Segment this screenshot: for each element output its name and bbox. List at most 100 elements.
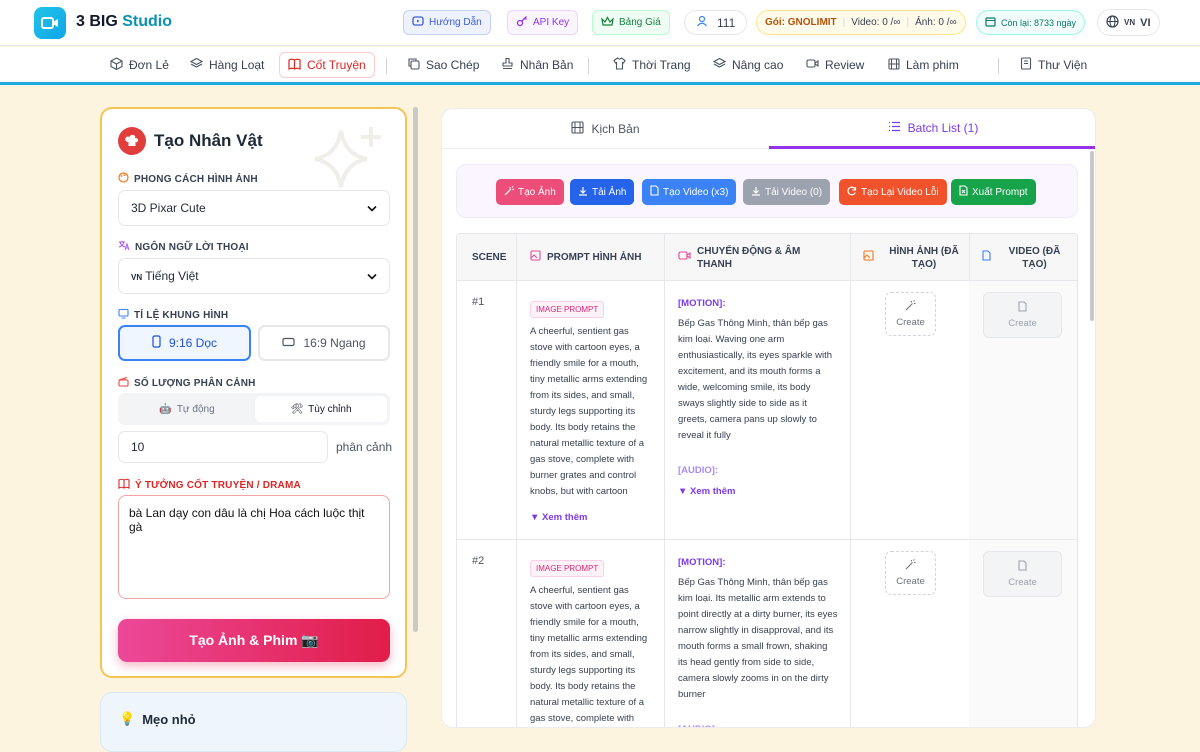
refresh-icon — [847, 186, 857, 199]
stamp-icon — [501, 57, 514, 73]
scene-unit-label: phân cảnh — [336, 440, 393, 454]
image-prompt-tag: IMAGE PROMPT — [530, 560, 605, 577]
style-label: PHONG CÁCH HÌNH ẢNH — [118, 172, 258, 186]
motion-text: Bếp Gas Thông Minh, thân bếp gas kim loạ… — [678, 577, 838, 700]
pricing-button[interactable]: Bảng Giá — [592, 10, 670, 35]
layers-icon — [189, 57, 204, 73]
video-camera-logo-icon[interactable] — [34, 7, 66, 39]
magic-wand-icon — [504, 185, 514, 199]
nav-item-review[interactable]: Review — [798, 52, 872, 78]
nav-item-hang-loat[interactable]: Hàng Loạt — [182, 52, 272, 78]
create-video-box[interactable]: Create — [983, 292, 1062, 338]
nav-item-nang-cao[interactable]: Nâng cao — [705, 52, 791, 78]
see-more-link[interactable]: ▼ Xem thêm — [678, 486, 735, 497]
image-prompt-text: A cheerful, sentient gas stove with cart… — [530, 326, 648, 497]
dialogue-language-select[interactable]: VN Tiếng Việt — [118, 258, 390, 294]
remaining-days-badge: Còn lại: 8733 ngày — [976, 10, 1086, 35]
custom-mode-button[interactable]: 🛠 Tùy chỉnh — [255, 396, 387, 422]
style-select[interactable]: 3D Pixar Cute — [118, 190, 390, 226]
nav-item-thoi-trang[interactable]: Thời Trang — [605, 52, 699, 78]
book-icon — [288, 58, 301, 73]
clapperboard-icon — [118, 376, 129, 390]
col-motion: CHUYỂN ĐỘNG & ÂM THANH — [678, 234, 838, 281]
film-icon — [571, 121, 585, 137]
file-icon — [650, 185, 659, 199]
create-image-button[interactable]: Create — [885, 292, 936, 336]
table-row: #2 IMAGE PROMPT A cheerful, sentient gas… — [457, 540, 1077, 727]
nav-item-cot-truyen[interactable]: Cốt Truyện — [279, 52, 375, 78]
tab-batch-list[interactable]: Batch List (1) — [769, 109, 1095, 149]
ratio-portrait-button[interactable]: 9:16 Dọc — [118, 325, 251, 361]
crown-icon — [601, 15, 614, 30]
nav-item-lam-phim[interactable]: Làm phim — [880, 52, 967, 78]
download-video-button[interactable]: Tải Video (0) — [743, 179, 831, 205]
download-images-button[interactable]: Tải Ảnh — [570, 179, 635, 205]
story-idea-label: Ý TƯỞNG CỐT TRUYỆN / DRAMA — [118, 478, 301, 492]
film-icon — [888, 57, 900, 73]
tab-script[interactable]: Kịch Bản — [442, 109, 769, 149]
story-idea-textarea[interactable]: bà Lan dạy con dâu là chị Hoa cách luộc … — [118, 495, 390, 599]
play-icon — [412, 16, 424, 29]
guide-button[interactable]: Hướng Dẫn — [403, 10, 491, 35]
video-icon — [806, 58, 819, 72]
retry-failed-video-button[interactable]: Tạo Lại Video Lỗi — [839, 179, 947, 205]
monitor-icon — [118, 308, 129, 322]
language-switcher[interactable]: VN VI — [1097, 9, 1160, 36]
create-video-box[interactable]: Create — [983, 551, 1062, 597]
create-video-button[interactable]: Tạo Video (x3) — [642, 179, 737, 205]
book-icon — [118, 478, 130, 492]
panel-title: Tạo Nhân Vật — [118, 127, 263, 155]
magic-wand-icon — [905, 559, 916, 573]
col-video: VIDEO (ĐÃ TẠO) — [982, 234, 1072, 281]
audio-tag: [AUDIO]: — [678, 724, 718, 727]
ratio-landscape-button[interactable]: 16:9 Ngang — [258, 325, 390, 361]
shirt-icon — [613, 57, 626, 73]
sparkle-decoration-icon — [314, 127, 381, 188]
user-count-badge: 111 — [684, 10, 748, 35]
nav-item-thu-vien[interactable]: Thư Viện — [1012, 52, 1095, 78]
nav-item-nhan-ban[interactable]: Nhân Bản — [493, 52, 581, 78]
create-images-button[interactable]: Tạo Ảnh — [496, 179, 564, 205]
brand-name: 3 BIG Studio — [76, 13, 173, 30]
palette-icon — [118, 172, 129, 186]
cube-icon — [110, 57, 123, 73]
auto-mode-button[interactable]: 🤖 Tự động — [121, 396, 253, 422]
magic-wand-icon — [905, 300, 916, 314]
create-image-and-film-button[interactable]: Tạo Ảnh & Phim 📷 — [118, 619, 390, 662]
main-nav: Đơn Lẻ Hàng Loạt Cốt Truyện Sao Chép Nhâ… — [0, 47, 1200, 85]
export-prompt-button[interactable]: Xuất Prompt — [951, 179, 1036, 205]
nav-item-don-le[interactable]: Đơn Lẻ — [102, 52, 177, 78]
see-more-link[interactable]: ▼ Xem thêm — [530, 512, 587, 523]
right-scrollbar[interactable] — [1090, 151, 1094, 321]
left-scrollbar[interactable] — [413, 107, 418, 632]
create-image-button[interactable]: Create — [885, 551, 936, 595]
aspect-ratio-label: TỈ LỆ KHUNG HÌNH — [118, 308, 228, 322]
key-icon — [516, 15, 528, 30]
scene-count-input[interactable]: 10 — [118, 431, 328, 463]
col-prompt: PROMPT HÌNH ẢNH — [530, 234, 641, 281]
create-character-panel: Tạo Nhân Vật PHONG CÁCH HÌNH ẢNH 3D Pixa… — [100, 107, 407, 678]
table-header: SCENE PROMPT HÌNH ẢNH CHUYỂN ĐỘNG & ÂM T… — [457, 234, 1077, 281]
batch-actions: Tạo Ảnh Tải Ảnh Tạo Video (x3) Tải Video… — [456, 164, 1078, 218]
download-icon — [578, 186, 588, 199]
scene-number: #2 — [472, 555, 485, 567]
audio-tag: [AUDIO]: — [678, 465, 719, 476]
list-icon — [888, 121, 901, 135]
table-row: #1 IMAGE PROMPT A cheerful, sentient gas… — [457, 281, 1077, 540]
plan-status: Gói: GNOLIMIT | Video: 0 /∞ | Ảnh: 0 /∞ — [756, 10, 966, 35]
tools-icon: 🛠 — [290, 403, 304, 415]
motion-tag: [MOTION]: — [678, 298, 726, 309]
download-icon — [751, 186, 761, 199]
file-icon — [982, 250, 991, 265]
panel-tabs: Kịch Bản Batch List (1) — [442, 109, 1095, 149]
image-icon — [863, 250, 874, 265]
library-icon — [1020, 57, 1032, 73]
video-icon — [678, 250, 691, 265]
scene-number: #1 — [472, 296, 485, 308]
col-scene: SCENE — [472, 252, 507, 263]
chevron-down-icon — [367, 201, 377, 215]
nav-item-sao-chep[interactable]: Sao Chép — [399, 52, 487, 78]
landscape-icon — [282, 336, 296, 350]
batch-panel: Kịch Bản Batch List (1) Tạo Ảnh Tải Ảnh … — [441, 108, 1096, 728]
api-key-button[interactable]: API Key — [507, 10, 579, 35]
